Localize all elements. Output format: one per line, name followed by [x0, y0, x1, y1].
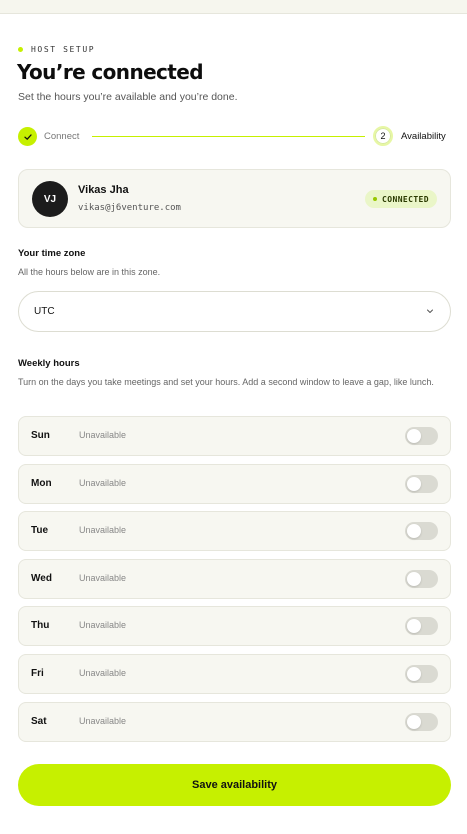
day-row-sun: Sun Unavailable: [18, 416, 451, 456]
day-status: Unavailable: [79, 525, 127, 535]
day-name: Wed: [31, 573, 52, 584]
day-row-wed: Wed Unavailable: [18, 559, 451, 599]
toggle-knob: [407, 524, 421, 538]
day-status: Unavailable: [79, 668, 127, 678]
eyebrow-dot: [18, 47, 23, 52]
step-connect-indicator[interactable]: [18, 127, 37, 146]
step-connector: [92, 136, 365, 137]
eyebrow: HOST SETUP: [18, 45, 95, 54]
toggle-knob: [407, 477, 421, 491]
day-toggle-wed[interactable]: [405, 570, 438, 588]
day-status: Unavailable: [79, 430, 127, 440]
day-toggle-mon[interactable]: [405, 475, 438, 493]
day-row-tue: Tue Unavailable: [18, 511, 451, 551]
weekly-hours-label: Weekly hours: [18, 358, 80, 369]
toggle-knob: [407, 667, 421, 681]
toggle-knob: [407, 715, 421, 729]
day-status: Unavailable: [79, 478, 127, 488]
day-name: Sat: [31, 716, 47, 727]
step-availability-indicator: 2: [373, 126, 393, 146]
page-subtitle: Set the hours you’re available and you’r…: [18, 91, 238, 103]
day-name: Mon: [31, 478, 52, 489]
check-icon: [23, 133, 32, 140]
eyebrow-label: HOST SETUP: [31, 45, 96, 54]
connected-account-card: VJ Vikas Jha vikas@j6venture.com CONNECT…: [18, 169, 451, 228]
day-row-fri: Fri Unavailable: [18, 654, 451, 694]
day-status: Unavailable: [79, 573, 127, 583]
day-name: Sun: [31, 430, 50, 441]
weekly-hours-help: Turn on the days you take meetings and s…: [18, 377, 434, 387]
user-name: Vikas Jha: [78, 184, 129, 196]
status-dot: [373, 197, 378, 201]
chevron-down-icon: [427, 309, 433, 313]
day-toggle-thu[interactable]: [405, 617, 438, 635]
day-toggle-sat[interactable]: [405, 713, 438, 731]
toggle-knob: [407, 619, 421, 633]
day-status: Unavailable: [79, 716, 127, 726]
day-toggle-fri[interactable]: [405, 665, 438, 683]
day-row-thu: Thu Unavailable: [18, 606, 451, 646]
timezone-select[interactable]: UTC: [18, 291, 451, 332]
user-email: vikas@j6venture.com: [78, 203, 181, 213]
day-row-mon: Mon Unavailable: [18, 464, 451, 504]
save-availability-button[interactable]: Save availability: [18, 764, 451, 806]
step-availability-label: Availability: [401, 131, 446, 142]
day-status: Unavailable: [79, 620, 127, 630]
timezone-value: UTC: [34, 306, 55, 317]
day-name: Thu: [31, 620, 50, 631]
timezone-help: All the hours below are in this zone.: [18, 267, 161, 277]
toggle-knob: [407, 572, 421, 586]
day-toggle-tue[interactable]: [405, 522, 438, 540]
day-name: Fri: [31, 668, 44, 679]
avatar: VJ: [32, 181, 68, 217]
day-toggle-sun[interactable]: [405, 427, 438, 445]
day-name: Tue: [31, 525, 49, 536]
step-connect-label[interactable]: Connect: [44, 131, 79, 142]
stepper: Connect 2 Availability: [18, 126, 451, 147]
toggle-knob: [407, 429, 421, 443]
top-bar: [0, 0, 467, 14]
day-row-sat: Sat Unavailable: [18, 702, 451, 742]
status-badge: CONNECTED: [365, 190, 437, 208]
page-title: You’re connected: [17, 60, 204, 84]
status-badge-label: CONNECTED: [382, 194, 429, 204]
timezone-label: Your time zone: [18, 248, 86, 259]
